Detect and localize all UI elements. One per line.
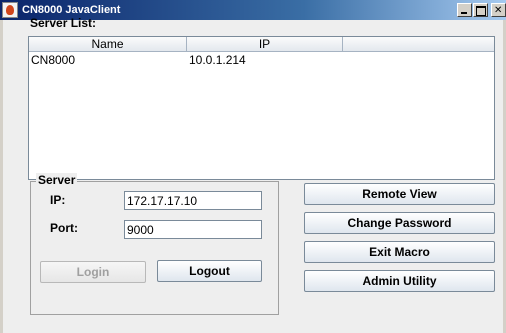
change-password-button[interactable]: Change Password (304, 212, 495, 234)
remote-view-button[interactable]: Remote View (304, 183, 495, 205)
column-header-blank[interactable] (343, 37, 494, 52)
server-name-cell: CN8000 (31, 53, 76, 67)
java-cup-icon (2, 2, 18, 18)
column-header-ip[interactable]: IP (187, 37, 343, 52)
exit-macro-button[interactable]: Exit Macro (304, 241, 495, 263)
column-header-name[interactable]: Name (29, 37, 187, 52)
server-list-table[interactable]: Name IP CN8000 10.0.1.214 (28, 36, 495, 180)
port-label: Port: (50, 221, 78, 235)
ip-label: IP: (50, 193, 66, 207)
close-button[interactable] (491, 3, 506, 17)
minimize-button[interactable] (457, 3, 472, 17)
table-row[interactable]: CN8000 10.0.1.214 (29, 53, 494, 68)
ip-input[interactable] (124, 191, 262, 210)
window-title: CN8000 JavaClient (22, 4, 121, 16)
maximize-button[interactable] (473, 3, 488, 17)
server-list-label: Server List: (30, 16, 97, 30)
server-group-legend: Server (36, 173, 78, 187)
port-input[interactable] (124, 220, 262, 239)
table-header: Name IP (29, 37, 494, 52)
server-ip-cell: 10.0.1.214 (189, 53, 246, 67)
admin-utility-button[interactable]: Admin Utility (304, 270, 495, 292)
logout-button[interactable]: Logout (157, 260, 262, 282)
login-button[interactable]: Login (40, 261, 146, 283)
